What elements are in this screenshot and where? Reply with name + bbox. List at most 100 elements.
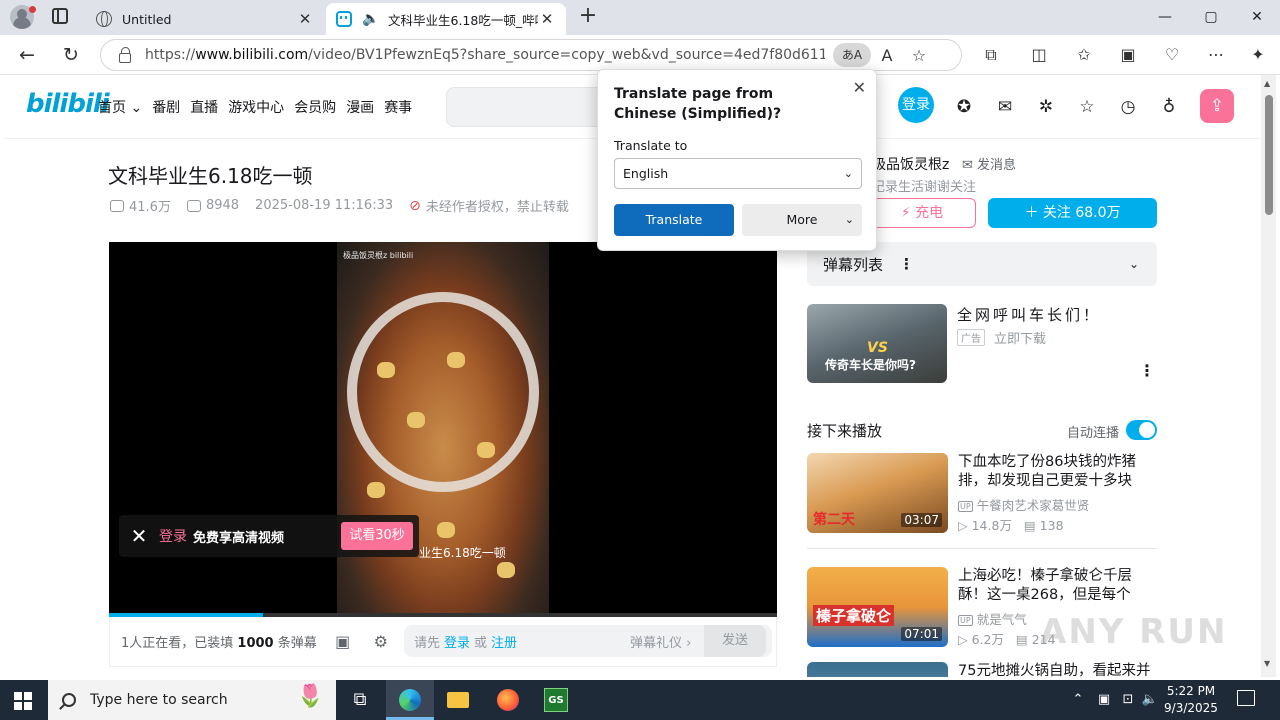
- volume-icon[interactable]: 🔈: [1140, 680, 1160, 720]
- video-player[interactable]: 极品饭灵根z bilibili 业生6.18吃一顿 ✕ 登录 免费享高清视频 试…: [109, 242, 777, 617]
- close-window-button[interactable]: ✕: [1234, 0, 1280, 35]
- browser-essentials-icon[interactable]: ♡: [1160, 43, 1184, 67]
- tray-app-icon[interactable]: ▣: [1094, 680, 1114, 720]
- mail-icon: ✉: [962, 158, 973, 173]
- recommended-video[interactable]: 75元地摊火锅自助，看起来并: [807, 662, 1157, 677]
- extensions-icon[interactable]: ⧉: [979, 43, 1003, 67]
- nav-game-center[interactable]: 游戏中心: [228, 97, 284, 117]
- speaker-icon[interactable]: 🔈: [362, 11, 380, 27]
- taskbar-firefox[interactable]: [484, 680, 532, 720]
- new-tab-button[interactable]: +: [576, 4, 600, 28]
- close-icon[interactable]: ✕: [119, 524, 159, 548]
- edge-icon: [399, 689, 421, 711]
- video-title[interactable]: 75元地摊火锅自助，看起来并: [958, 662, 1157, 677]
- video-thumbnail[interactable]: [807, 662, 948, 677]
- history-clock-icon[interactable]: ◷: [1116, 95, 1140, 119]
- taskbar-search[interactable]: Type here to search 🌷: [48, 680, 336, 720]
- scroll-down-arrow[interactable]: ▼: [1264, 659, 1270, 668]
- send-danmaku-button[interactable]: 发送: [704, 625, 766, 657]
- login-button[interactable]: 登录: [898, 87, 934, 123]
- more-options-icon[interactable]: ⋮: [899, 255, 914, 273]
- trial-30s-button[interactable]: 试看30秒: [341, 522, 413, 550]
- copilot-icon[interactable]: ✦: [1246, 43, 1270, 67]
- dynamic-icon[interactable]: ✲: [1034, 95, 1058, 119]
- scroll-up-arrow[interactable]: ▲: [1264, 79, 1270, 88]
- tray-overflow-icon[interactable]: ⌃: [1068, 680, 1088, 720]
- danmaku-login-link[interactable]: 登录: [444, 632, 470, 651]
- lock-icon[interactable]: [119, 46, 131, 63]
- taskbar-greenshot[interactable]: GS: [532, 680, 580, 720]
- ad-title[interactable]: 全网呼叫车长们！: [957, 304, 1101, 325]
- nav-esports[interactable]: 赛事: [384, 97, 412, 117]
- nav-shop[interactable]: 会员购: [294, 97, 336, 117]
- publish-date: 2025-08-19 11:16:33: [255, 198, 394, 213]
- nav-live[interactable]: 直播: [190, 97, 218, 117]
- video-thumbnail[interactable]: 榛子拿破仑 07:01: [807, 567, 948, 647]
- minimize-button[interactable]: —: [1142, 0, 1188, 35]
- nav-manga[interactable]: 漫画: [346, 97, 374, 117]
- upload-button[interactable]: ⇪: [1200, 89, 1234, 123]
- follow-button[interactable]: ＋ 关注 68.0万: [988, 198, 1157, 228]
- creator-bulb-icon[interactable]: ♁: [1157, 95, 1181, 119]
- bilibili-logo[interactable]: bilibili: [26, 89, 110, 119]
- nav-anime[interactable]: 番剧: [152, 97, 180, 117]
- read-aloud-icon[interactable]: A: [871, 46, 903, 65]
- taskbar-file-explorer[interactable]: [434, 680, 482, 720]
- split-screen-icon[interactable]: ◫: [1027, 43, 1051, 67]
- ad-download-link[interactable]: 立即下载: [994, 328, 1046, 347]
- ad-card[interactable]: VS 传奇车长是你吗? 全网呼叫车长们！ 广告 立即下载 ⋮: [807, 304, 1157, 384]
- autoplay-toggle[interactable]: [1126, 420, 1157, 440]
- target-language-select[interactable]: English ⌄: [614, 158, 862, 189]
- translate-icon[interactable]: あA: [833, 43, 871, 67]
- nav-home[interactable]: 首页 ⌄: [98, 97, 142, 117]
- danmaku-etiquette-link[interactable]: 弹幕礼仪 ›: [630, 632, 691, 651]
- charge-button[interactable]: ⚡ 充电: [868, 198, 976, 228]
- collections-icon[interactable]: ▣: [1116, 43, 1140, 67]
- task-view-icon[interactable]: ⧉: [336, 680, 384, 720]
- video-title[interactable]: 上海必吃！榛子拿破仑千层酥！这一桌268，但是每个都…: [958, 567, 1157, 605]
- message-icon[interactable]: ✉: [993, 95, 1017, 119]
- tab-close-button[interactable]: ✕: [296, 10, 314, 28]
- tab-close-button[interactable]: ✕: [538, 10, 556, 28]
- network-icon[interactable]: ⊡: [1118, 680, 1138, 720]
- danmaku-placeholder: 请先: [414, 635, 441, 651]
- close-icon[interactable]: ✕: [853, 78, 866, 97]
- banner-login-link[interactable]: 登录: [159, 526, 187, 546]
- notification-icon[interactable]: [1237, 690, 1255, 706]
- translate-button[interactable]: Translate: [614, 204, 734, 236]
- recommended-video[interactable]: 第二天 03:07 下血本吃了份86块钱的炸猪排，却发现自己更爱十多块的… UP…: [807, 453, 1157, 535]
- video-author[interactable]: UP 就是气气: [958, 609, 1027, 628]
- more-options-icon[interactable]: ⋮: [1139, 361, 1155, 380]
- scroll-thumb[interactable]: [1265, 95, 1273, 215]
- favorites-star-icon[interactable]: ☆: [1075, 95, 1099, 119]
- windows-start-icon[interactable]: [14, 692, 32, 710]
- address-bar[interactable]: https://www.bilibili.com/video/BV1Pfewzn…: [100, 39, 962, 71]
- send-message-link[interactable]: ✉ 发消息: [962, 154, 1016, 173]
- video-thumbnail[interactable]: 第二天 03:07: [807, 453, 948, 533]
- danmaku-input[interactable]: 请先 登录 或 注册 弹幕礼仪 › 发送: [404, 625, 772, 657]
- danmaku-toggle-icon[interactable]: ▣: [331, 632, 355, 651]
- tab-bilibili[interactable]: 🔈 文科毕业生6.18吃一顿_哔哩哔哩_bilibili ✕: [326, 3, 566, 35]
- more-button[interactable]: More ⌄: [742, 204, 862, 236]
- uploader-name[interactable]: 极品饭灵根z: [872, 154, 949, 174]
- ad-thumbnail[interactable]: VS 传奇车长是你吗?: [807, 304, 947, 383]
- back-button[interactable]: ←: [12, 40, 42, 70]
- favorite-star-icon[interactable]: ☆: [903, 46, 935, 65]
- favorites-icon[interactable]: ✩: [1072, 43, 1096, 67]
- danmaku-register-link[interactable]: 注册: [491, 632, 517, 651]
- reload-button[interactable]: ↻: [56, 40, 86, 70]
- vip-icon[interactable]: ✪: [952, 95, 976, 119]
- video-title: 文科毕业生6.18吃一顿: [108, 164, 313, 188]
- settings-more-icon[interactable]: ⋯: [1204, 43, 1228, 67]
- video-title[interactable]: 下血本吃了份86块钱的炸猪排，却发现自己更爱十多块的…: [958, 453, 1157, 491]
- video-author[interactable]: UP 午餐肉艺术家葛世贤: [958, 495, 1089, 514]
- taskbar-edge[interactable]: [386, 680, 434, 720]
- chevron-down-icon[interactable]: ⌄: [1129, 257, 1139, 271]
- maximize-button[interactable]: ▢: [1188, 0, 1234, 35]
- taskbar-clock[interactable]: 5:22 PM 9/3/2025: [1160, 683, 1222, 717]
- tab-untitled[interactable]: Untitled ✕: [86, 3, 324, 35]
- page-scrollbar[interactable]: ▲ ▼: [1261, 75, 1276, 677]
- danmaku-settings-icon[interactable]: ⚙: [369, 632, 393, 651]
- url-text[interactable]: https://www.bilibili.com/video/BV1Pfewzn…: [145, 47, 825, 63]
- tab-actions-icon[interactable]: [52, 8, 68, 24]
